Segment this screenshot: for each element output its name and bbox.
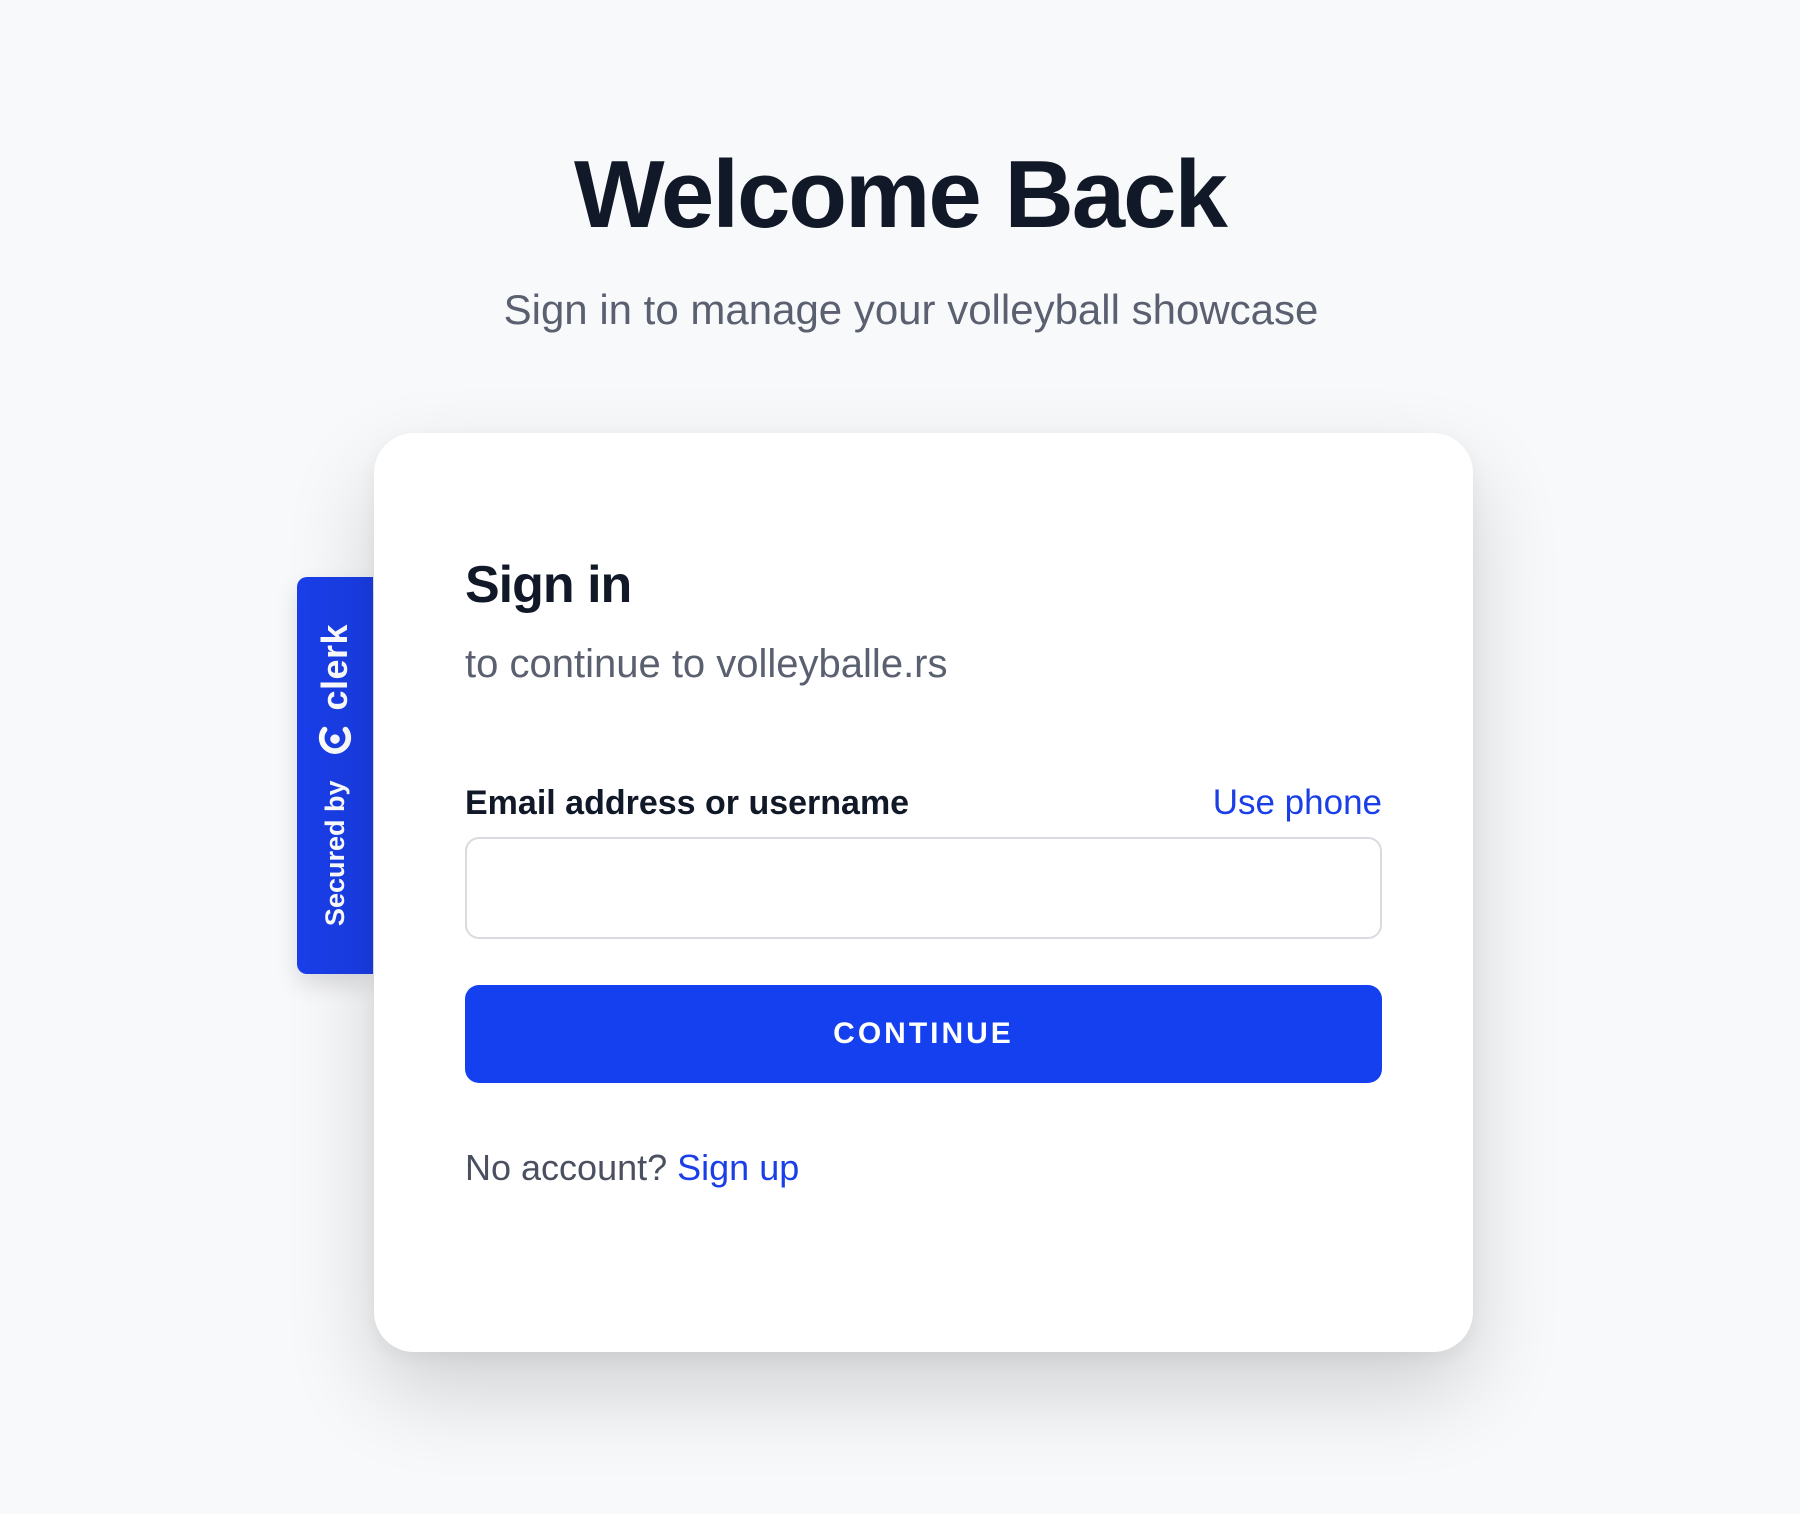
sign-in-subtitle: to continue to volleyballe.rs <box>465 642 948 686</box>
sign-in-card: Sign in to continue to volleyballe.rs Em… <box>374 433 1473 1352</box>
clerk-logo-icon <box>318 727 352 755</box>
use-phone-link[interactable]: Use phone <box>1213 781 1382 825</box>
email-field-label: Email address or username <box>465 784 910 822</box>
secured-by-text: Secured by <box>319 780 350 927</box>
page-title: Welcome Back <box>574 141 1228 248</box>
sign-up-row: No account? Sign up <box>465 1143 799 1193</box>
page-subtitle: Sign in to manage your volleyball showca… <box>503 286 1319 333</box>
sign-in-title: Sign in <box>465 556 632 614</box>
sign-up-link[interactable]: Sign up <box>677 1147 799 1188</box>
email-input[interactable] <box>465 837 1382 939</box>
secured-by-clerk-badge[interactable]: Secured by clerk <box>297 577 373 974</box>
clerk-wordmark: clerk <box>314 623 355 711</box>
no-account-text: No account? <box>465 1147 678 1188</box>
continue-button[interactable]: CONTINUE <box>465 985 1382 1083</box>
